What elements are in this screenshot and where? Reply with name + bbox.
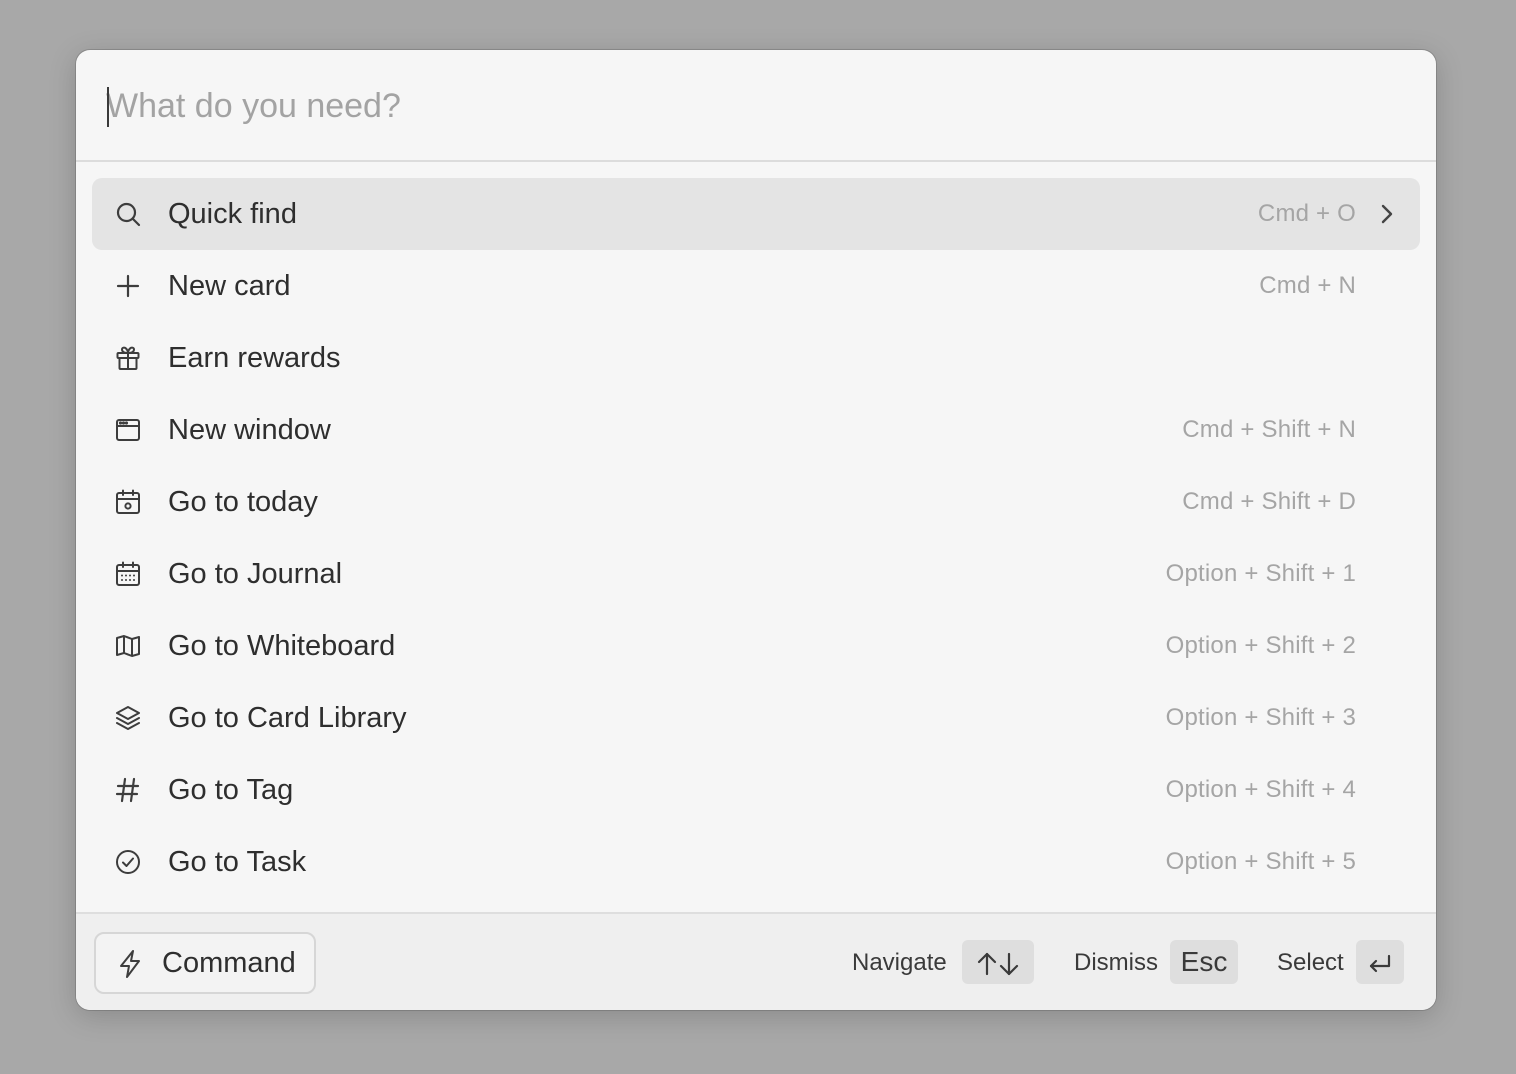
command-item-go-to-tag[interactable]: Go to Tag Option + Shift + 4 [92,754,1420,826]
command-item-go-to-task[interactable]: Go to Task Option + Shift + 5 [92,826,1420,898]
command-shortcut: Option + Shift + 1 [1165,560,1356,587]
command-label: Go to Journal [168,558,343,590]
command-shortcut: Option + Shift + 4 [1165,776,1356,803]
gift-icon [114,344,142,372]
map-icon [114,632,142,660]
palette-footer: Command Navigate Dismiss Esc Select [76,912,1436,1010]
command-shortcut: Cmd + N [1259,272,1356,299]
search-icon [114,200,142,228]
search-input[interactable] [106,78,1396,134]
command-label: Go to Card Library [168,702,407,734]
command-item-go-to-whiteboard[interactable]: Go to Whiteboard Option + Shift + 2 [92,610,1420,682]
window-icon [114,416,142,444]
command-button[interactable]: Command [94,932,316,994]
text-caret [107,87,109,127]
command-item-earn-rewards[interactable]: Earn rewards [92,322,1420,394]
command-shortcut: Option + Shift + 2 [1165,632,1356,659]
chevron-right-icon[interactable] [1376,202,1398,226]
command-label: New card [168,270,291,302]
command-label: Quick find [168,198,297,230]
enter-key-icon [1369,954,1391,972]
command-palette: Quick find Cmd + O New card Cmd + N [76,50,1436,1010]
command-label: New window [168,414,331,446]
calendar-grid-icon [114,560,142,588]
check-circle-icon [114,848,142,876]
select-key [1356,940,1404,984]
command-item-new-window[interactable]: New window Cmd + Shift + N [92,394,1420,466]
command-shortcut: Cmd + Shift + N [1182,416,1356,443]
command-shortcut: Cmd + O [1257,200,1356,227]
command-item-go-to-journal[interactable]: Go to Journal Option + Shift + 1 [92,538,1420,610]
hash-icon [114,776,142,804]
select-hint: Select [1277,949,1344,976]
command-button-label: Command [162,947,296,979]
command-list: Quick find Cmd + O New card Cmd + N Earn… [92,178,1420,898]
lightning-icon [116,949,144,979]
command-item-quick-find[interactable]: Quick find Cmd + O [92,178,1420,250]
arrow-up-icon [977,952,997,975]
command-label: Go to Whiteboard [168,630,396,662]
command-label: Go to Tag [168,774,294,806]
calendar-today-icon [114,488,142,516]
command-shortcut: Option + Shift + 5 [1165,848,1356,875]
dismiss-hint: Dismiss [1074,949,1158,976]
command-shortcut: Cmd + Shift + D [1182,488,1356,515]
navigate-hint: Navigate [852,949,947,976]
command-label: Go to Task [168,846,307,878]
command-item-new-card[interactable]: New card Cmd + N [92,250,1420,322]
plus-icon [114,272,142,300]
command-label: Earn rewards [168,342,341,374]
command-shortcut: Option + Shift + 3 [1165,704,1356,731]
search-bar [76,50,1436,162]
command-label: Go to today [168,486,318,518]
command-item-go-to-card-library[interactable]: Go to Card Library Option + Shift + 3 [92,682,1420,754]
layers-icon [114,704,142,732]
dismiss-key: Esc [1170,940,1238,984]
arrow-down-icon [999,952,1019,975]
navigate-keys [962,940,1034,984]
command-item-go-to-today[interactable]: Go to today Cmd + Shift + D [92,466,1420,538]
